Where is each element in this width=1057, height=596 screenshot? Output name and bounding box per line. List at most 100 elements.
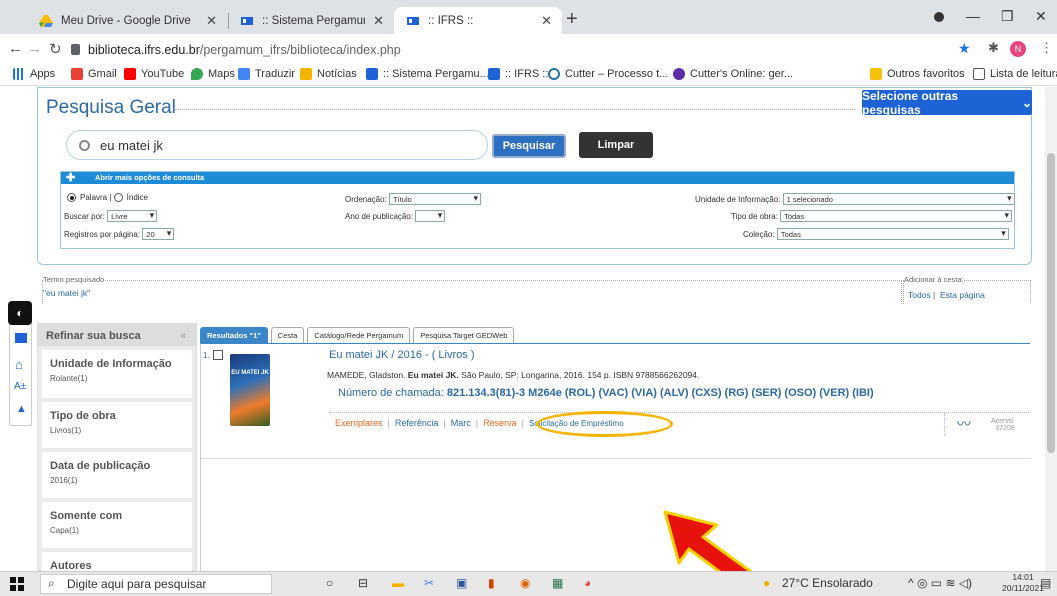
facet-unidade[interactable]: Unidade de Informação Rolante(1) bbox=[42, 350, 192, 398]
book-cover-image[interactable]: EU MATEI JK bbox=[230, 354, 270, 426]
basket-page-link[interactable]: Esta página bbox=[940, 290, 985, 300]
link-referencia[interactable]: Referência bbox=[395, 418, 439, 428]
profile-avatar[interactable]: N bbox=[1010, 41, 1026, 57]
bookmark-cutter-online[interactable]: Cutter's Online: ger... bbox=[673, 68, 793, 80]
reading-list[interactable]: Lista de leitura bbox=[973, 68, 1057, 80]
search-button[interactable]: Pesquisar bbox=[492, 134, 566, 158]
taskbar-search-input[interactable]: ⌕ Digite aqui para pesquisar bbox=[40, 574, 272, 594]
close-tab-icon[interactable]: ✕ bbox=[541, 13, 552, 29]
pergamum-icon[interactable] bbox=[15, 333, 27, 343]
maximize-button[interactable]: ❐ bbox=[1001, 8, 1014, 25]
windows-start-icon[interactable] bbox=[10, 577, 24, 594]
tab-cesta[interactable]: Cesta bbox=[270, 327, 305, 343]
forward-icon[interactable]: → bbox=[27, 40, 42, 57]
tab-search-icon[interactable] bbox=[934, 12, 944, 22]
vpn-icon[interactable]: ◉ bbox=[520, 576, 530, 590]
contrast-icon[interactable]: ◐ bbox=[8, 301, 32, 325]
bookmark-gmail[interactable]: Gmail bbox=[71, 68, 117, 80]
unidade-select[interactable]: 1 selecionado bbox=[782, 193, 1015, 205]
tab-sistema-pergamum[interactable]: :: Sistema Pergamum :: ✕ bbox=[228, 7, 394, 34]
pergamum-icon bbox=[488, 68, 500, 80]
facet-tipo-obra[interactable]: Tipo de obra Livros(1) bbox=[42, 402, 192, 448]
ano-publicacao-input[interactable] bbox=[415, 210, 446, 222]
facet-somente-com[interactable]: Somente com Capa(1) bbox=[42, 502, 192, 548]
tab-google-drive[interactable]: Meu Drive - Google Drive ✕ bbox=[27, 7, 227, 34]
browser-toolbar: ← → ↻ biblioteca.ifrs.edu.br/pergamum_if… bbox=[0, 34, 1057, 64]
weather-text[interactable]: 27°C Ensolarado bbox=[782, 576, 873, 590]
folder-icon bbox=[870, 68, 882, 80]
radio-indice[interactable] bbox=[113, 193, 123, 202]
refine-sidebar: Refinar sua busca « Unidade de Informação… bbox=[37, 323, 197, 571]
add-to-basket-box: Adicionar à cesta: Todos | Esta página bbox=[903, 275, 1031, 304]
youtube-icon bbox=[124, 68, 136, 80]
address-bar[interactable]: biblioteca.ifrs.edu.br/pergamum_ifrs/bib… bbox=[88, 43, 401, 57]
tipo-obra-select[interactable]: Todas bbox=[780, 210, 1013, 222]
extensions-icon[interactable]: ✱ bbox=[988, 40, 999, 56]
page-scrollbar[interactable] bbox=[1045, 87, 1057, 571]
bookmark-apps[interactable]: Apps bbox=[13, 68, 55, 80]
search-icon bbox=[79, 139, 90, 151]
link-reserva[interactable]: Reserva bbox=[483, 418, 517, 428]
bookmark-youtube[interactable]: YouTube bbox=[124, 68, 184, 80]
snipping-icon[interactable]: ✂ bbox=[424, 576, 434, 590]
lock-icon bbox=[71, 44, 80, 55]
item-title[interactable]: Eu matei JK / 2016 - ( Livros ) bbox=[329, 349, 475, 361]
tab-ifrs[interactable]: :: IFRS :: ✕ bbox=[394, 7, 562, 34]
tab-resultados[interactable]: Resultados "1" bbox=[200, 327, 268, 343]
ordenacao-select[interactable]: Título bbox=[389, 193, 482, 205]
bookmark-traduzir[interactable]: Traduzir bbox=[238, 68, 295, 80]
excel-icon[interactable]: ▦ bbox=[552, 576, 563, 590]
buscar-por-select[interactable]: Livre bbox=[107, 210, 158, 222]
new-tab-button[interactable]: + bbox=[566, 8, 578, 31]
tab-target-gedweb[interactable]: Pesquisa Target GEDWeb bbox=[413, 327, 515, 343]
tab-catalogo-rede[interactable]: Catálogo/Rede Pergamum bbox=[307, 327, 411, 343]
item-number: 1. bbox=[203, 351, 210, 360]
clear-button[interactable]: Limpar bbox=[579, 132, 653, 158]
menu-icon[interactable]: ⋮ bbox=[1040, 40, 1053, 56]
link-marc[interactable]: Marc bbox=[451, 418, 471, 428]
close-tab-icon[interactable]: ✕ bbox=[373, 13, 384, 29]
task-view-icon[interactable]: ⊟ bbox=[358, 576, 368, 590]
item-checkbox[interactable] bbox=[213, 350, 223, 360]
facet-data-publicacao[interactable]: Data de publicação 2016(1) bbox=[42, 452, 192, 498]
minimize-button[interactable]: — bbox=[966, 8, 980, 24]
item-divider bbox=[329, 412, 1029, 413]
registros-select[interactable]: 20 bbox=[142, 228, 175, 240]
other-searches-dropdown[interactable]: Selecione outras pesquisas ⌄ bbox=[862, 89, 1032, 117]
more-options-toggle[interactable]: ✚ Abrir mais opções de consulta bbox=[61, 172, 1014, 184]
bookmark-cutter-processo[interactable]: Cutter – Processo t... bbox=[548, 68, 668, 80]
link-exemplares[interactable]: Exemplares bbox=[335, 418, 383, 428]
notification-icon[interactable]: ▤ bbox=[1040, 576, 1051, 590]
close-window-button[interactable]: ✕ bbox=[1035, 8, 1047, 25]
scroll-top-icon[interactable]: ▲ bbox=[16, 403, 27, 415]
home-icon[interactable]: ⌂ bbox=[15, 357, 23, 372]
bookmark-noticias[interactable]: Notícias bbox=[300, 68, 357, 80]
bookmark-outros-favoritos[interactable]: Outros favoritos bbox=[870, 68, 965, 80]
collapse-icon[interactable]: « bbox=[180, 330, 186, 342]
tray-icons[interactable]: ^ ◎ ▭ ≋ ◁) bbox=[908, 576, 972, 590]
office-icon[interactable]: ▮ bbox=[488, 576, 495, 590]
word-icon[interactable]: ▣ bbox=[456, 576, 467, 590]
statistics-icon[interactable]: 〰 bbox=[957, 414, 971, 434]
basket-all-link[interactable]: Todos bbox=[908, 290, 931, 300]
reload-icon[interactable]: ↻ bbox=[49, 40, 62, 58]
colecao-select[interactable]: Todas bbox=[776, 228, 1009, 240]
file-explorer-icon[interactable]: ▬ bbox=[392, 576, 404, 590]
bookmark-pergamum[interactable]: :: Sistema Pergamu... bbox=[366, 68, 489, 80]
font-size-icon[interactable]: A± bbox=[14, 381, 26, 392]
search-input[interactable]: eu matei jk bbox=[66, 130, 488, 160]
cortana-icon[interactable]: ○ bbox=[326, 576, 333, 590]
back-icon[interactable]: ← bbox=[8, 40, 23, 57]
scrollbar-thumb[interactable] bbox=[1047, 153, 1055, 453]
bookmark-maps[interactable]: Maps bbox=[191, 68, 235, 80]
bookmark-ifrs[interactable]: :: IFRS :: bbox=[488, 68, 548, 80]
item-reference: MAMEDE, Gladston. Eu matei JK. São Paulo… bbox=[327, 370, 700, 380]
maps-pin-icon bbox=[191, 68, 203, 80]
url-path: /pergamum_ifrs/biblioteca/index.php bbox=[199, 43, 401, 57]
chrome-icon[interactable]: ◕ bbox=[584, 576, 591, 590]
close-tab-icon[interactable]: ✕ bbox=[206, 13, 217, 29]
star-icon[interactable]: ★ bbox=[958, 40, 971, 57]
clock[interactable]: 14:01 20/11/2021 bbox=[1002, 572, 1044, 594]
facet-autores[interactable]: Autores bbox=[42, 552, 192, 571]
radio-palavra[interactable] bbox=[67, 193, 76, 202]
